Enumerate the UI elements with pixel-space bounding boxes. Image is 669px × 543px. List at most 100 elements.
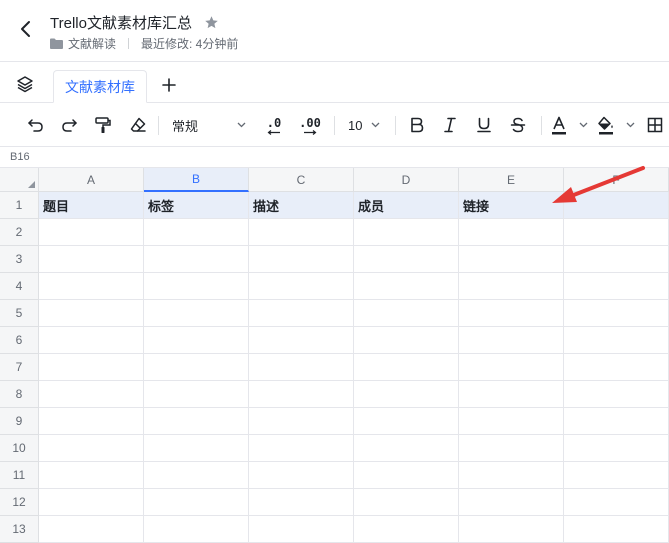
cell-b2[interactable] [144,219,249,246]
cell-b1[interactable]: 标签 [144,192,249,219]
cell-b8[interactable] [144,381,249,408]
cell-c4[interactable] [249,273,354,300]
column-header-b[interactable]: B [144,168,249,192]
cell-c10[interactable] [249,435,354,462]
row-header-5[interactable]: 5 [0,300,39,327]
format-painter-button[interactable] [91,113,115,137]
row-header-4[interactable]: 4 [0,273,39,300]
cell-c6[interactable] [249,327,354,354]
cell-f4[interactable] [564,273,669,300]
cell-e6[interactable] [459,327,564,354]
cell-a10[interactable] [39,435,144,462]
borders-button[interactable] [644,113,666,137]
cell-e2[interactable] [459,219,564,246]
column-header-f[interactable]: F [564,168,669,192]
cell-d11[interactable] [354,462,459,489]
increase-decimal-button[interactable]: .00 [296,113,324,137]
cell-f7[interactable] [564,354,669,381]
text-color-button[interactable] [550,113,588,137]
cell-c8[interactable] [249,381,354,408]
row-header-13[interactable]: 13 [0,516,39,543]
cell-b5[interactable] [144,300,249,327]
cell-a7[interactable] [39,354,144,381]
cell-d12[interactable] [354,489,459,516]
cell-e12[interactable] [459,489,564,516]
doc-title[interactable]: Trello文献素材库汇总 [50,12,192,33]
cell-c7[interactable] [249,354,354,381]
cell-e8[interactable] [459,381,564,408]
cell-d3[interactable] [354,246,459,273]
undo-button[interactable] [24,113,48,137]
cell-b6[interactable] [144,327,249,354]
cell-e4[interactable] [459,273,564,300]
cell-c1[interactable]: 描述 [249,192,354,219]
cell-a6[interactable] [39,327,144,354]
cell-f8[interactable] [564,381,669,408]
cell-b11[interactable] [144,462,249,489]
cell-d6[interactable] [354,327,459,354]
cell-f5[interactable] [564,300,669,327]
row-header-9[interactable]: 9 [0,408,39,435]
row-header-3[interactable]: 3 [0,246,39,273]
cell-c11[interactable] [249,462,354,489]
cell-d13[interactable] [354,516,459,543]
cell-b13[interactable] [144,516,249,543]
cell-a3[interactable] [39,246,144,273]
cell-reference[interactable]: B16 [10,151,30,163]
cell-b12[interactable] [144,489,249,516]
cell-b10[interactable] [144,435,249,462]
bold-button[interactable] [405,113,429,137]
cell-f13[interactable] [564,516,669,543]
cell-b3[interactable] [144,246,249,273]
cell-e10[interactable] [459,435,564,462]
cell-c2[interactable] [249,219,354,246]
cell-d4[interactable] [354,273,459,300]
cell-a2[interactable] [39,219,144,246]
cell-a13[interactable] [39,516,144,543]
cell-c9[interactable] [249,408,354,435]
cell-a8[interactable] [39,381,144,408]
cell-a12[interactable] [39,489,144,516]
cell-d2[interactable] [354,219,459,246]
cell-a4[interactable] [39,273,144,300]
row-header-12[interactable]: 12 [0,489,39,516]
cell-c12[interactable] [249,489,354,516]
number-format-select[interactable]: 常规 [164,113,254,137]
cell-f10[interactable] [564,435,669,462]
redo-button[interactable] [57,113,81,137]
cell-f3[interactable] [564,246,669,273]
cell-f9[interactable] [564,408,669,435]
fill-color-button[interactable] [597,113,635,137]
cell-f2[interactable] [564,219,669,246]
cell-e1[interactable]: 链接 [459,192,564,219]
italic-button[interactable] [438,113,462,137]
cell-f11[interactable] [564,462,669,489]
cell-c5[interactable] [249,300,354,327]
cell-b9[interactable] [144,408,249,435]
cell-d10[interactable] [354,435,459,462]
cell-e7[interactable] [459,354,564,381]
column-header-e[interactable]: E [459,168,564,192]
font-size-select[interactable]: 10 [342,113,386,137]
row-header-2[interactable]: 2 [0,219,39,246]
cell-e9[interactable] [459,408,564,435]
cell-e11[interactable] [459,462,564,489]
add-sheet-button[interactable] [158,74,180,96]
star-button[interactable] [204,15,219,30]
clear-format-button[interactable] [126,113,150,137]
row-header-11[interactable]: 11 [0,462,39,489]
cell-d9[interactable] [354,408,459,435]
back-button[interactable] [12,14,40,44]
cell-b4[interactable] [144,273,249,300]
cell-b7[interactable] [144,354,249,381]
cell-c3[interactable] [249,246,354,273]
cell-a9[interactable] [39,408,144,435]
row-header-6[interactable]: 6 [0,327,39,354]
cell-e5[interactable] [459,300,564,327]
cell-f1[interactable] [564,192,669,219]
cell-a11[interactable] [39,462,144,489]
cell-a1[interactable]: 题目 [39,192,144,219]
cell-d1[interactable]: 成员 [354,192,459,219]
row-header-1[interactable]: 1 [0,192,39,219]
tab-literature-library[interactable]: 文献素材库 [53,70,147,103]
